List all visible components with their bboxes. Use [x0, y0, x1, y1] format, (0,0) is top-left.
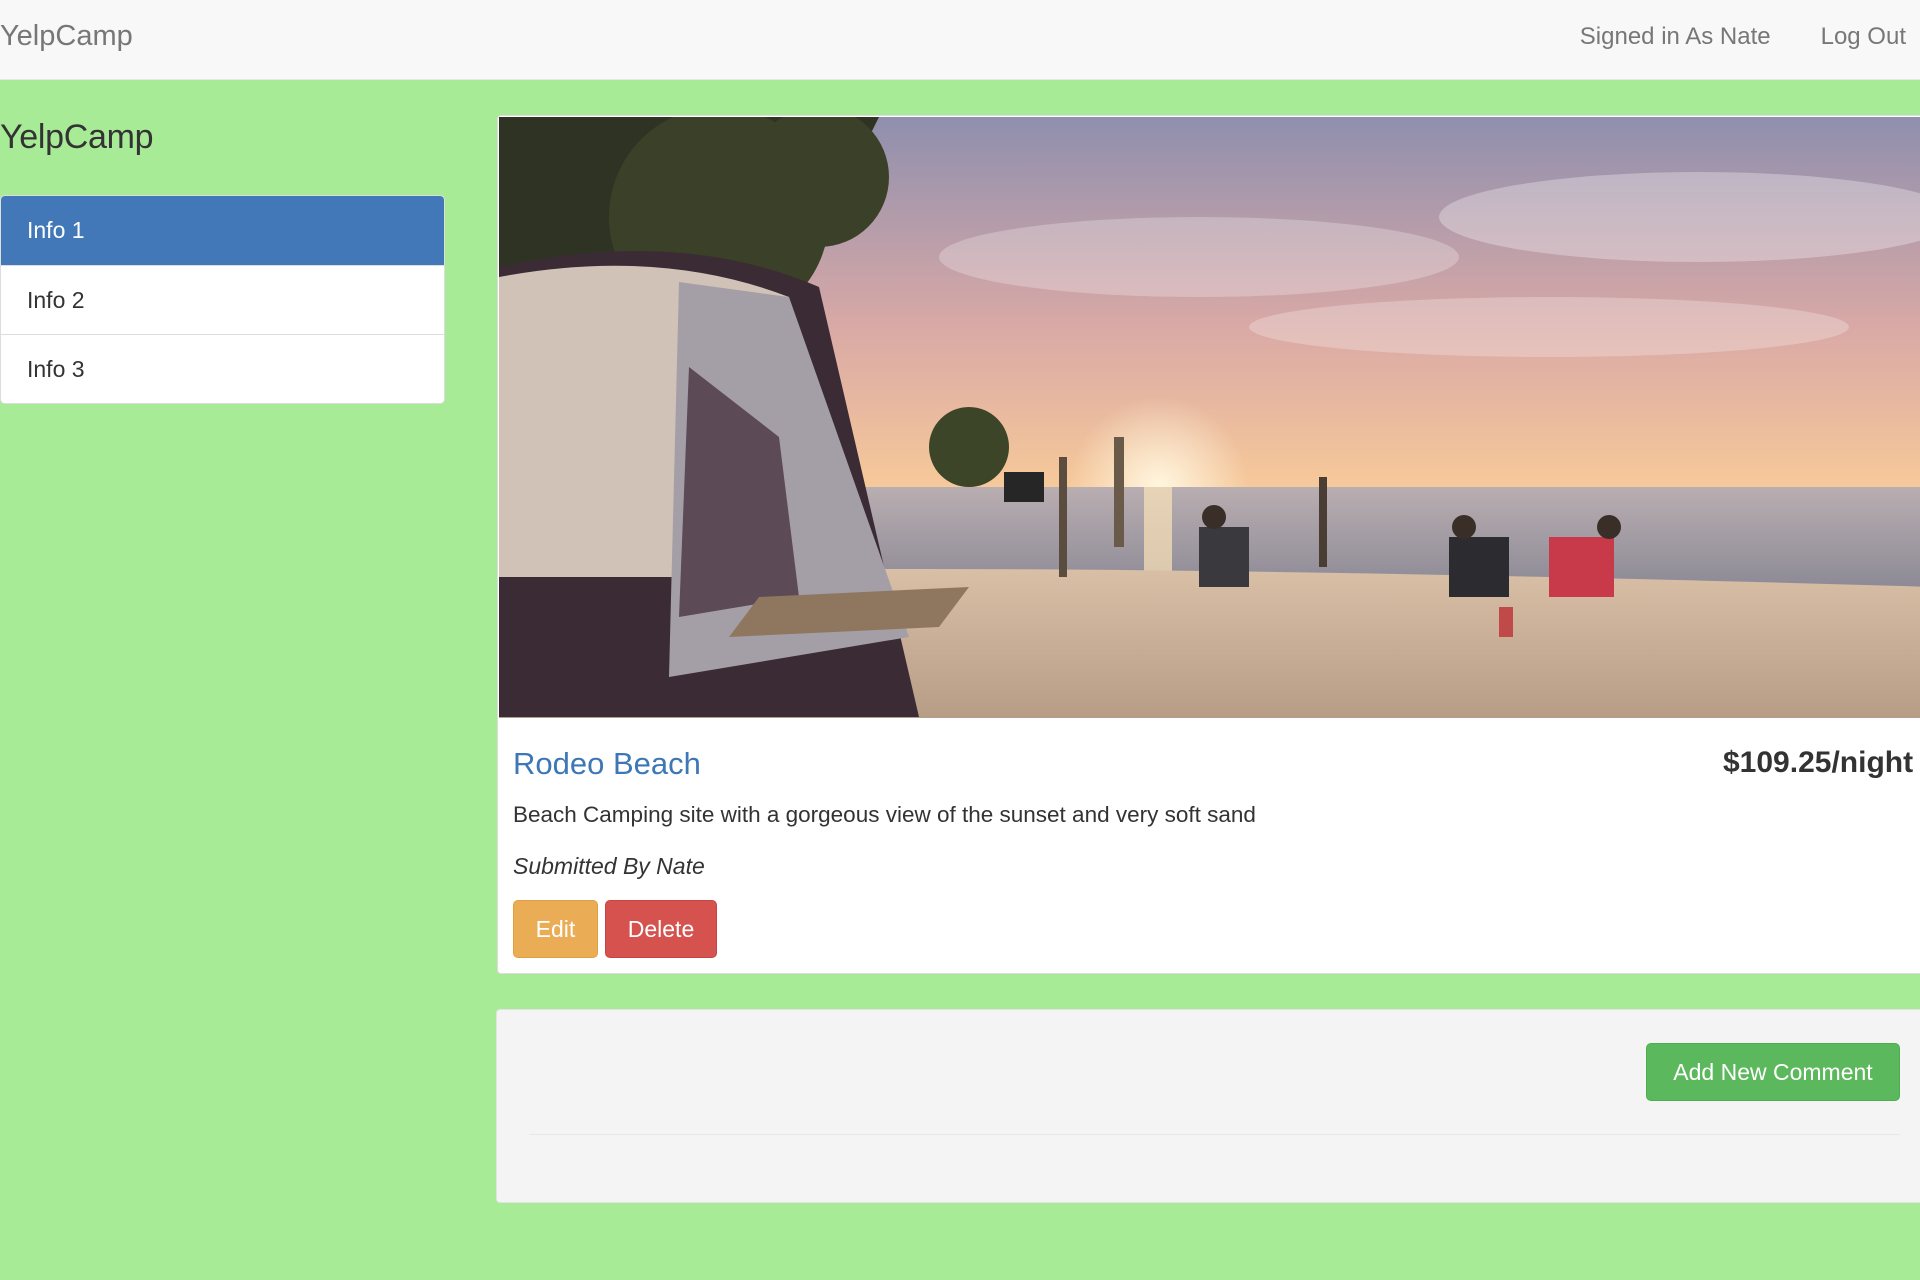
campground-description: Beach Camping site with a gorgeous view …	[513, 802, 1256, 827]
list-item-info-2[interactable]: Info 2	[1, 265, 444, 334]
edit-button[interactable]: Edit	[513, 900, 598, 958]
list-item-info-3[interactable]: Info 3	[1, 334, 444, 403]
campground-price: $109.25/night	[1723, 746, 1914, 779]
sidebar: YelpCamp Info 1 Info 2 Info 3	[0, 118, 445, 404]
navbar-right: Signed in As Nate Log Out	[1580, 23, 1906, 51]
comments-divider	[529, 1134, 1900, 1135]
comments-section: Add New Comment	[496, 1009, 1920, 1203]
navbar-brand[interactable]: YelpCamp	[0, 20, 133, 53]
list-item-info-1[interactable]: Info 1	[1, 196, 444, 265]
campground-image	[499, 117, 1920, 718]
top-navbar: YelpCamp Signed in As Nate Log Out	[0, 0, 1920, 80]
info-list: Info 1 Info 2 Info 3	[0, 195, 445, 404]
campground-author: Submitted By Nate	[513, 853, 705, 879]
campground-card: Rodeo Beach $109.25/night Beach Camping …	[497, 115, 1920, 974]
campground-title[interactable]: Rodeo Beach	[513, 746, 701, 782]
add-comment-button[interactable]: Add New Comment	[1646, 1043, 1900, 1101]
logout-link[interactable]: Log Out	[1821, 23, 1906, 51]
sidebar-lead: YelpCamp	[0, 118, 154, 156]
signed-in-link[interactable]: Signed in As Nate	[1580, 23, 1771, 51]
delete-button[interactable]: Delete	[605, 900, 717, 958]
